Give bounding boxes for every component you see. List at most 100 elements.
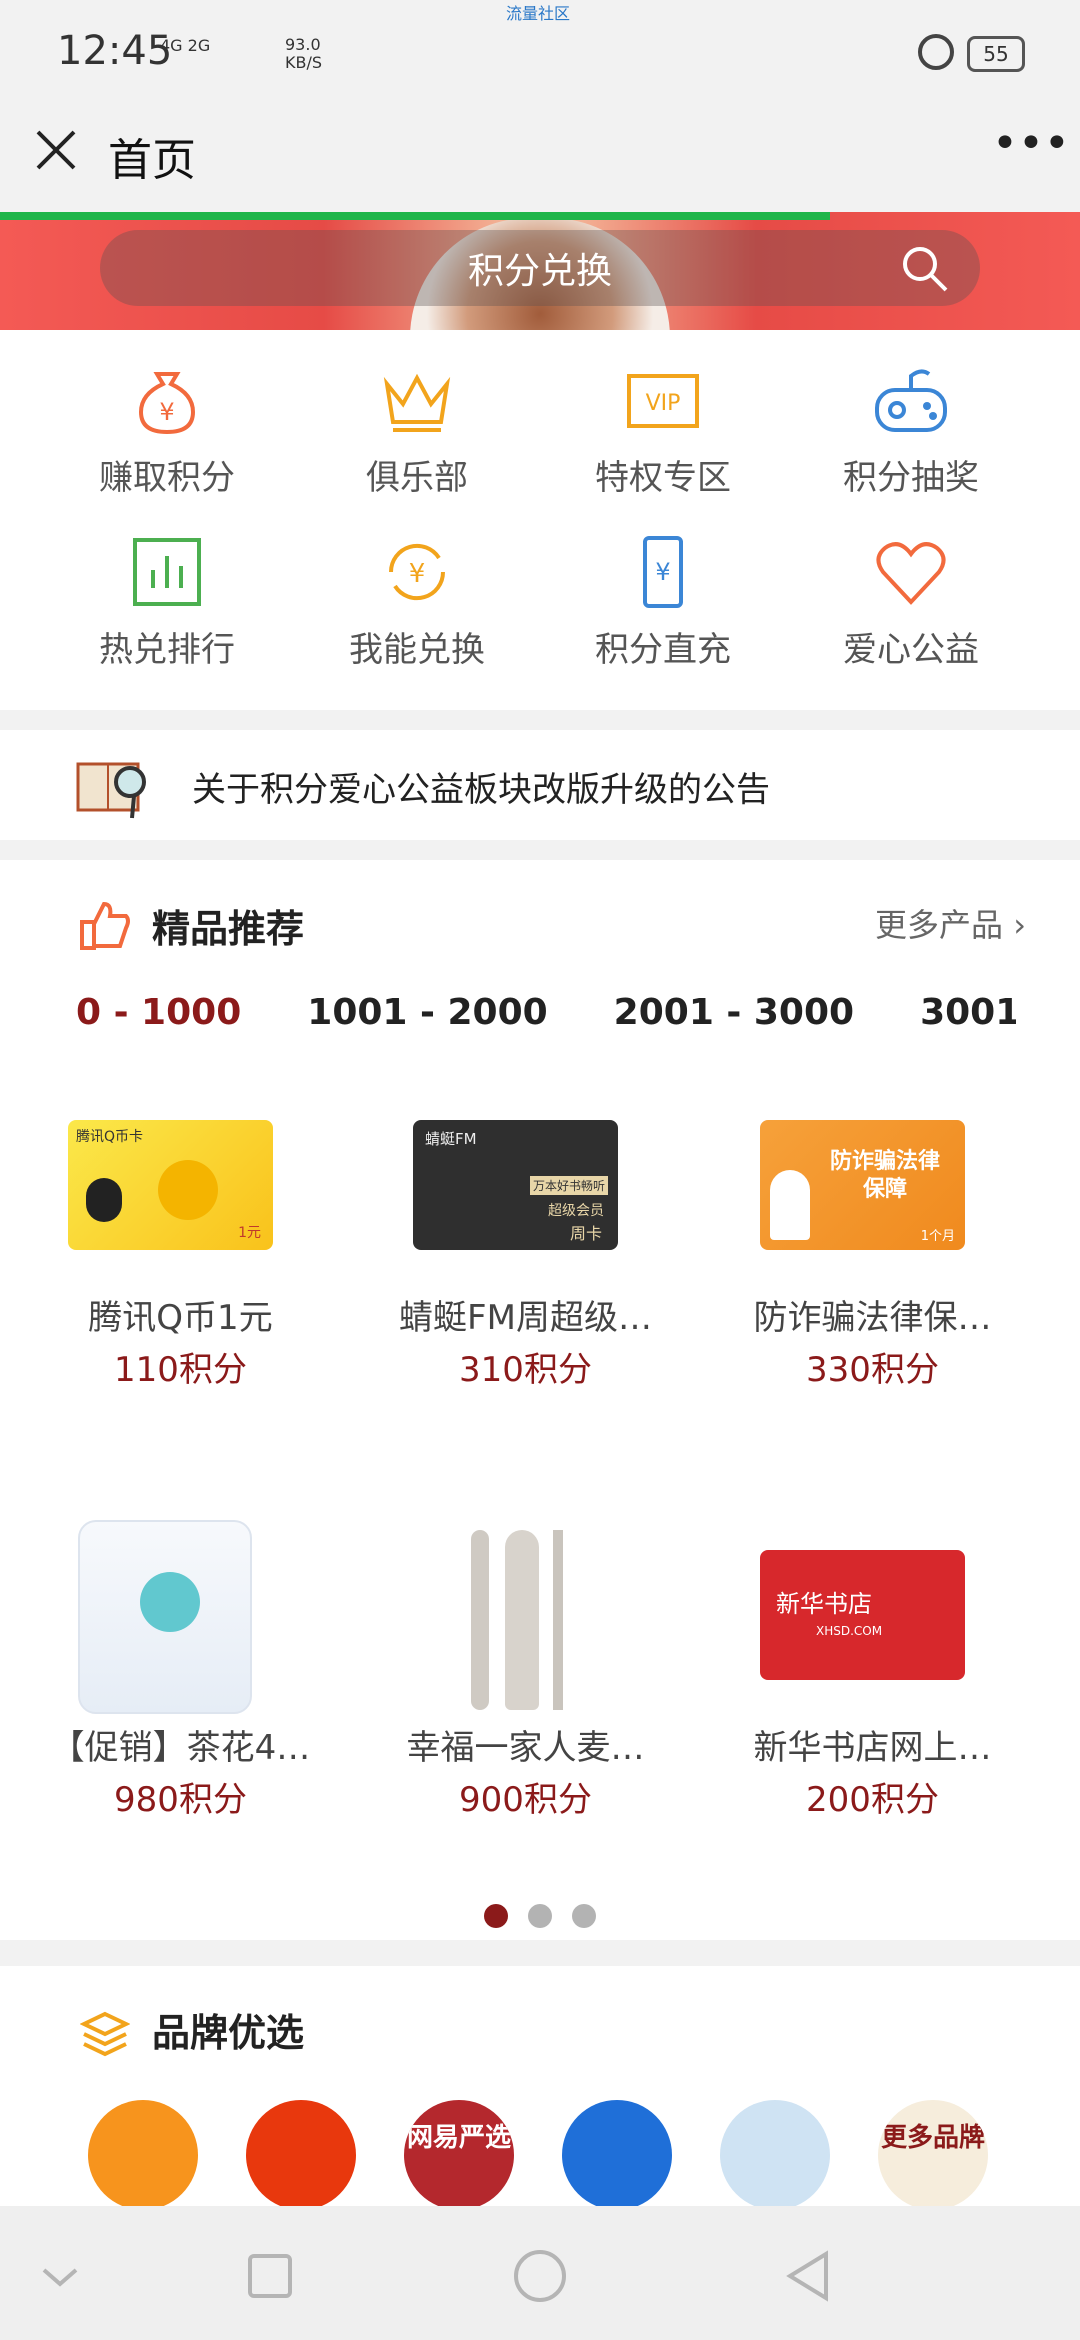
chopsticks-icon [553,1530,563,1710]
phone-recharge-icon: ¥ [643,536,683,608]
more-products-label: 更多产品 [875,906,1004,944]
coins-icon [158,1160,218,1220]
menu-item-can-exchange[interactable]: ¥ 我能兑换 [292,502,542,672]
image-text: 蜻蜓FM [425,1130,477,1148]
chevron-right-icon: › [1013,906,1026,944]
heart-icon [876,542,946,605]
thumbs-up-icon [80,901,130,950]
label-sticker [140,1572,200,1632]
product-price: 900积分 [459,1780,592,1820]
qingting-fm-card-image: 蜻蜓FM 万本好书畅听 超级会员 周卡 [413,1120,618,1250]
fork-icon [471,1530,489,1710]
menu-item-recharge[interactable]: ¥ 积分直充 [538,502,788,672]
tab-range-3001-5000[interactable]: 3001 - 5000 [920,992,1016,1033]
featured-header: 精品推荐 更多产品 › [0,860,1080,980]
menu-label: 赚取积分 [99,458,235,498]
brand-cube-logo[interactable] [720,2100,830,2210]
xinhua-bookstore-card-image: 新华书店 XHSD.COM [760,1550,965,1680]
product-price: 330积分 [806,1350,939,1390]
svg-text:VIP: VIP [646,391,681,416]
product-price: 200积分 [806,1780,939,1820]
product-price: 980积分 [114,1780,247,1820]
product-name: 防诈骗法律保… [753,1298,992,1338]
carousel-pagination [0,1904,1080,1932]
search-text: 积分兑换 [467,251,612,292]
more-options-icon[interactable]: ••• [992,122,1070,170]
menu-label: 积分直充 [595,630,731,670]
image-text: 1个月 [920,1229,955,1244]
crown-icon [383,373,451,432]
status-time: 12:45 [57,28,173,74]
brand-ctrip-logo[interactable] [562,2100,672,2210]
menu-item-lottery[interactable]: 积分抽奖 [786,330,1036,500]
page-title: 首页 [108,135,196,186]
svg-text:¥: ¥ [159,398,174,426]
close-icon[interactable] [28,122,84,178]
brand-section: 品牌优选 网易严选 更多品牌 [0,1966,1080,2210]
qq-coin-card-image: 腾讯Q币卡 1元 [68,1120,273,1250]
pagination-dot[interactable] [572,1904,596,1928]
vip-icon: VIP [627,374,699,428]
image-text: 防诈骗法律保障 [829,1149,940,1202]
penguin-icon [86,1178,122,1222]
brand-netease-yanxuan-logo[interactable]: 网易严选 [404,2100,514,2210]
spoon-icon [505,1530,539,1710]
product-card[interactable]: 防诈骗法律保障 1个月 防诈骗法律保… 330积分 [700,1120,1045,1540]
announcement-text: 关于积分爱心公益板块改版升级的公告 [192,770,770,810]
chevron-down-icon[interactable] [30,2246,90,2306]
product-price: 310积分 [459,1350,592,1390]
product-card[interactable]: 腾讯Q币卡 1元 腾讯Q币1元 110积分 [8,1120,353,1540]
network-speed: 93.0 KB/S [285,36,322,72]
search-bar[interactable]: 积分兑换 [100,230,980,306]
section-title: 品牌优选 [152,2011,305,2055]
chart-icon [133,538,201,606]
product-name: 幸福一家人麦… [406,1728,645,1768]
menu-label: 我能兑换 [349,630,485,670]
menu-item-vip[interactable]: VIP 特权专区 [538,330,788,500]
loading-progress-bar [0,212,830,220]
pagination-dot-active[interactable] [484,1904,508,1928]
book-magnifier-icon [76,762,146,819]
image-text: 新华书店 [776,1590,872,1618]
tab-range-0-1000[interactable]: 0 - 1000 [76,992,241,1033]
section-title: 精品推荐 [152,907,305,951]
image-text: 腾讯Q币卡 [76,1129,144,1145]
gamepad-icon [875,369,947,432]
back-icon[interactable] [780,2246,840,2306]
cutlery-set-image [413,1520,618,1710]
image-text: XHSD.COM [816,1624,883,1638]
tab-range-2001-3000[interactable]: 2001 - 3000 [614,992,854,1033]
menu-item-club[interactable]: 俱乐部 [292,330,542,500]
search-icon[interactable] [896,240,952,296]
more-products-link[interactable]: 更多产品 › [875,900,1026,946]
lawyer-icon [770,1170,810,1240]
banner[interactable]: 积分兑换 [0,212,1080,330]
alarm-icon [918,34,954,70]
brand-list: 网易严选 更多品牌 [88,2100,1008,2210]
menu-item-ranking[interactable]: 热兑排行 [42,502,292,672]
brand-unicom-logo[interactable] [88,2100,198,2210]
price-range-tabs: 0 - 1000 1001 - 2000 2001 - 3000 3001 - 500… [76,992,1016,1052]
feature-menu: ¥ 赚取积分 俱乐部 VIP 特权专区 积分抽奖 热兑排行 ¥ 我能兑换 ¥ 积… [0,330,1080,710]
more-brands-button[interactable]: 更多品牌 [878,2100,988,2210]
menu-item-earn-points[interactable]: ¥ 赚取积分 [42,330,292,500]
network-indicator: 4G 2G [160,36,211,55]
product-card[interactable]: 蜻蜓FM 万本好书畅听 超级会员 周卡 蜻蜓FM周超级… 310积分 [353,1120,698,1540]
product-price: 110积分 [114,1350,247,1390]
tab-range-1001-2000[interactable]: 1001 - 2000 [307,992,547,1033]
announcement-bar[interactable]: 关于积分爱心公益板块改版升级的公告 [0,730,1080,840]
anti-fraud-card-image: 防诈骗法律保障 1个月 [760,1120,965,1250]
brand-jd-logo[interactable] [246,2100,356,2210]
menu-label: 热兑排行 [99,630,235,670]
featured-section: 精品推荐 更多产品 › 0 - 1000 1001 - 2000 2001 - 30… [0,860,1080,1940]
title-bar: 首页 ••• [0,100,1080,212]
menu-item-charity[interactable]: 爱心公益 [786,502,1036,672]
recent-apps-icon[interactable] [240,2246,300,2306]
home-icon[interactable] [510,2246,570,2306]
exchange-icon: ¥ [388,543,446,601]
pagination-dot[interactable] [528,1904,552,1928]
water-jug-image [78,1520,252,1714]
svg-text:¥: ¥ [655,558,670,586]
status-bar: 流量社区 12:45 4G 2G 93.0 KB/S 55 [0,0,1080,100]
menu-label: 积分抽奖 [843,458,979,498]
